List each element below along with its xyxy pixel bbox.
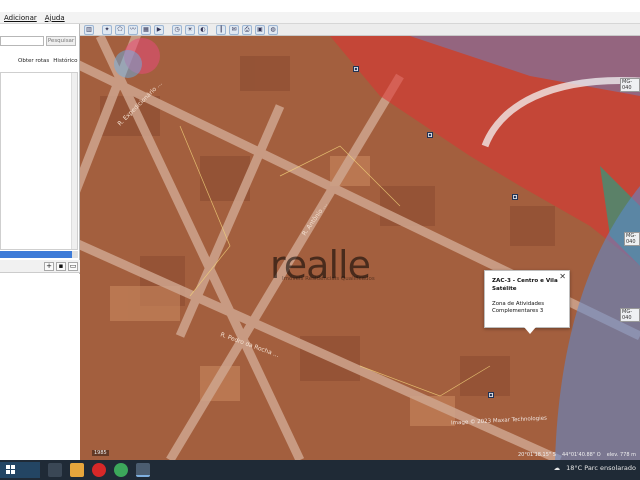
search-results[interactable]	[0, 72, 78, 250]
historical-imagery-icon[interactable]: ◷	[172, 24, 182, 35]
close-icon[interactable]: ✕	[559, 272, 566, 281]
elevation-readout: elev. 778 m	[606, 452, 636, 458]
polygon-icon[interactable]: ⬠	[115, 24, 125, 35]
tour-icon[interactable]: ▶	[154, 24, 164, 35]
toolbar-separator	[167, 25, 169, 35]
results-scrollbar[interactable]	[71, 73, 77, 249]
email-icon[interactable]: ✉	[229, 24, 239, 35]
toolbar-separator	[211, 25, 213, 35]
toolbar-separator	[97, 25, 99, 35]
file-explorer-icon[interactable]	[70, 463, 84, 477]
overlay-icon[interactable]: ▦	[141, 24, 151, 35]
watermark-logo-icon	[114, 38, 160, 78]
menu-adicionar[interactable]: Adicionar	[4, 14, 37, 22]
highway-label: MG-040	[620, 308, 640, 322]
ruler-icon[interactable]: ┃	[216, 24, 226, 35]
popup-title: ZAC-3 - Centro e Vila Satélite	[492, 278, 558, 292]
main-toolbar: ▥ ✦ ⬠ 〰 ▦ ▶ ◷ ☀ ◐ ┃ ✉ ⎙ ▣ ◍	[80, 24, 640, 36]
bus-stop-icon[interactable]: ▣	[427, 132, 433, 138]
left-panel: Pesquisar Obter rotas Histórico + ▪ ▭	[0, 24, 80, 460]
planets-icon[interactable]: ◐	[198, 24, 208, 35]
watermark-tagline: Imóveis Residenciais Qualificados	[282, 276, 375, 282]
search-links: Obter rotas Histórico	[18, 58, 78, 64]
highway-label: MG-040	[624, 232, 640, 246]
start-button[interactable]	[0, 462, 40, 478]
google-earth-icon[interactable]	[136, 463, 150, 477]
weather-text[interactable]: 18°C Parc ensolarado	[566, 464, 636, 472]
opera-icon[interactable]	[92, 463, 106, 477]
sun-icon[interactable]: ☀	[185, 24, 195, 35]
search-row: Pesquisar	[0, 36, 80, 47]
bus-stop-icon[interactable]: ▣	[512, 194, 518, 200]
get-routes-link[interactable]: Obter rotas	[18, 58, 49, 64]
title-strip	[0, 0, 640, 12]
search-button[interactable]: Pesquisar	[46, 36, 76, 46]
popup-description: Zona de Atividades Complementares 3	[492, 301, 545, 314]
longitude-readout: 44°01'40.88" O	[561, 452, 601, 458]
chrome-icon[interactable]	[114, 463, 128, 477]
zone-info-popup: ✕ ZAC-3 - Centro e Vila Satélite Zona de…	[484, 270, 570, 328]
menu-bar: Adicionar Ajuda	[0, 12, 640, 24]
status-bar: 20°01'18.15" S 44°01'40.88" O elev. 778 …	[80, 452, 640, 460]
bus-stop-icon[interactable]: ▣	[353, 66, 359, 72]
menu-ajuda[interactable]: Ajuda	[45, 14, 65, 22]
search-input[interactable]	[0, 36, 44, 46]
windows-taskbar: ☁ 18°C Parc ensolarado	[0, 460, 640, 480]
save-image-icon[interactable]: ▣	[255, 24, 265, 35]
path-icon[interactable]: 〰	[128, 24, 138, 35]
places-scrollbar[interactable]	[72, 251, 78, 258]
earth-icon[interactable]: ◍	[268, 24, 278, 35]
layers-pane[interactable]	[0, 274, 80, 460]
highway-label: MG-040	[620, 78, 640, 92]
placemark-icon[interactable]: ✦	[102, 24, 112, 35]
popup-pointer	[524, 327, 536, 334]
map-view[interactable]: R. Expedicionário ... R. Pedro da Rocha …	[80, 36, 640, 460]
weather-icon: ☁	[553, 464, 561, 472]
latitude-readout: 20°01'18.15" S	[517, 452, 556, 458]
sidebar-toggle-icon[interactable]: ▥	[84, 24, 94, 35]
windows-start-icon	[0, 462, 40, 478]
places-toolbar: + ▪ ▭	[0, 260, 80, 273]
print-icon[interactable]: ⎙	[242, 24, 252, 35]
history-link[interactable]: Histórico	[53, 58, 77, 64]
view-button[interactable]: ▭	[68, 261, 78, 271]
bus-stop-icon[interactable]: ▣	[488, 392, 494, 398]
folder-button[interactable]: ▪	[56, 261, 66, 271]
add-button[interactable]: +	[44, 261, 54, 271]
search-icon[interactable]	[48, 463, 62, 477]
system-tray: ☁ 18°C Parc ensolarado	[554, 464, 636, 472]
places-selected-item[interactable]	[0, 251, 72, 258]
